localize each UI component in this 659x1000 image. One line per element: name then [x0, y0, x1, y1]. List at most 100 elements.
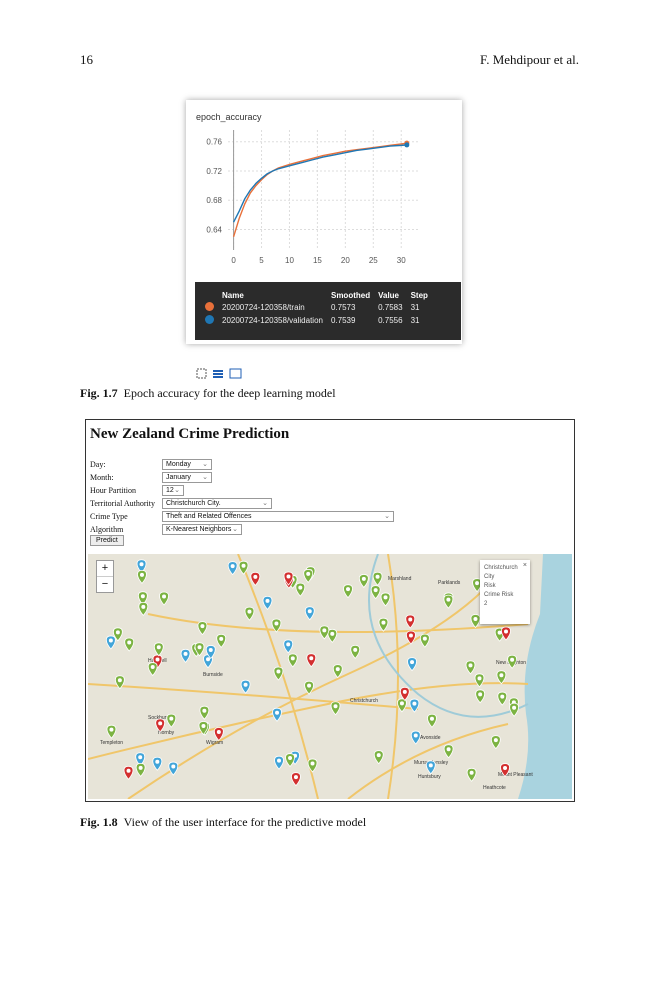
map-pin-marker[interactable] [138, 601, 149, 616]
month-select[interactable]: January ⌄ [162, 472, 212, 483]
map-pin-marker[interactable] [466, 767, 477, 782]
map-pin-marker[interactable] [373, 750, 384, 765]
map-pin-marker[interactable] [216, 633, 227, 648]
map-pin-marker[interactable] [427, 713, 437, 728]
map-pin-marker[interactable] [227, 561, 238, 576]
map-pin-marker[interactable] [507, 654, 517, 669]
caption-text: View of the user interface for the predi… [123, 815, 367, 829]
map-pin-marker[interactable] [332, 664, 343, 679]
predict-button[interactable]: Predict [90, 535, 124, 546]
road [88, 682, 529, 760]
map-pin-marker[interactable] [137, 569, 147, 584]
map-pin-marker[interactable] [330, 701, 341, 716]
map-pin-marker[interactable] [496, 670, 507, 685]
map-pin-marker[interactable] [304, 606, 315, 621]
map-pin-marker[interactable] [465, 660, 476, 675]
map-pin-marker[interactable] [123, 765, 134, 780]
map-pin-marker[interactable] [358, 574, 369, 589]
map-pin-marker[interactable] [285, 753, 295, 768]
map-place-label: Marshland [388, 576, 412, 582]
map-pin-marker[interactable] [443, 744, 454, 759]
map-pin-marker[interactable] [152, 756, 163, 771]
map-pin-marker[interactable] [380, 592, 391, 607]
map-pin-marker[interactable] [159, 591, 169, 606]
map-pin-marker[interactable] [307, 758, 318, 773]
road [387, 554, 399, 799]
hour-select[interactable]: 12 ⌄ [162, 485, 184, 496]
map-pin-marker[interactable] [497, 691, 508, 706]
x-tick-label: 15 [313, 256, 322, 265]
map-pin-marker[interactable] [180, 648, 191, 663]
map-pin-marker[interactable] [199, 705, 210, 720]
caption-label: Fig. 1.7 [80, 386, 118, 400]
map-pin-marker[interactable] [407, 657, 417, 672]
map-pin-marker[interactable] [397, 698, 407, 713]
map-pin-marker[interactable] [501, 626, 511, 641]
map-pin-marker[interactable] [287, 653, 298, 668]
map-pin-marker[interactable] [378, 617, 389, 632]
map-pin-marker[interactable] [147, 662, 158, 677]
map-pin-marker[interactable] [106, 724, 117, 739]
map-pin-marker[interactable] [319, 625, 330, 640]
chart-title: epoch_accuracy [196, 112, 262, 122]
map-pin-marker[interactable] [475, 689, 486, 704]
day-select[interactable]: Monday ⌄ [162, 459, 212, 470]
map-pin-marker[interactable] [291, 772, 301, 787]
map-pin-marker[interactable] [168, 761, 179, 776]
map-pin-marker[interactable] [399, 686, 410, 701]
close-icon[interactable]: × [523, 561, 527, 570]
map-pin-marker[interactable] [350, 644, 361, 660]
map-pin-marker[interactable] [410, 730, 421, 745]
map-place-label: Christchurch [350, 698, 378, 704]
x-tick-label: 30 [397, 256, 406, 265]
crime-type-select[interactable]: Theft and Related Offences ⌄ [162, 511, 394, 522]
map-pin-marker[interactable] [283, 639, 294, 654]
map-pin-marker[interactable] [272, 707, 282, 722]
authority-select[interactable]: Christchurch City. ⌄ [162, 498, 272, 509]
map-pin-marker[interactable] [370, 585, 381, 600]
map-pin-marker[interactable] [135, 763, 146, 778]
map-pin-marker[interactable] [105, 635, 116, 650]
map-pin-marker[interactable] [409, 698, 420, 713]
map-pin-marker[interactable] [273, 666, 284, 681]
map-pin-marker[interactable] [425, 760, 436, 775]
map-pin-marker[interactable] [509, 702, 519, 717]
map-pin-marker[interactable] [406, 630, 416, 645]
map-pin-marker[interactable] [470, 614, 481, 629]
map-pin-marker[interactable] [304, 680, 314, 695]
map-pin-marker[interactable] [327, 628, 338, 643]
map-pin-marker[interactable] [124, 637, 135, 652]
fit-icon[interactable] [196, 368, 207, 379]
algorithm-select[interactable]: K-Nearest Neighbors ⌄ [162, 524, 242, 535]
validation-color-dot [205, 315, 214, 324]
map-place-label: Burnside [203, 672, 223, 678]
map-pin-marker[interactable] [490, 735, 501, 750]
map-pin-marker[interactable] [153, 642, 164, 657]
map-pin-marker[interactable] [238, 560, 249, 575]
map-pin-marker[interactable] [306, 653, 317, 668]
map-pin-marker[interactable] [405, 614, 416, 629]
map-pin-marker[interactable] [372, 571, 383, 586]
zoom-out-button[interactable]: − [97, 576, 113, 592]
map-pin-marker[interactable] [166, 713, 177, 728]
map-pin-marker[interactable] [343, 584, 353, 599]
map-pin-marker[interactable] [197, 621, 208, 636]
x-tick-label: 25 [369, 256, 378, 265]
map-pin-marker[interactable] [274, 755, 284, 770]
map-pin-marker[interactable] [419, 633, 430, 648]
map-place-label: Templeton [100, 740, 123, 746]
map-pin-marker[interactable] [474, 673, 485, 688]
crime-map[interactable]: Marshland Parklands New Brighton Hornby Wigr… [88, 554, 572, 799]
map-pin-marker[interactable] [295, 582, 306, 597]
map-pin-marker[interactable] [262, 595, 273, 610]
col-name: Name [222, 291, 244, 300]
map-pin-marker[interactable] [240, 679, 251, 694]
map-pin-marker[interactable] [244, 606, 255, 621]
fig18-caption: Fig. 1.8 View of the user interface for t… [80, 815, 366, 830]
zoom-in-button[interactable]: + [97, 561, 113, 576]
map-pin-marker[interactable] [443, 594, 454, 609]
map-pin-marker[interactable] [303, 569, 314, 584]
image-icon[interactable] [229, 368, 242, 379]
list-icon[interactable] [213, 370, 223, 378]
map-pin-marker[interactable] [250, 571, 261, 586]
